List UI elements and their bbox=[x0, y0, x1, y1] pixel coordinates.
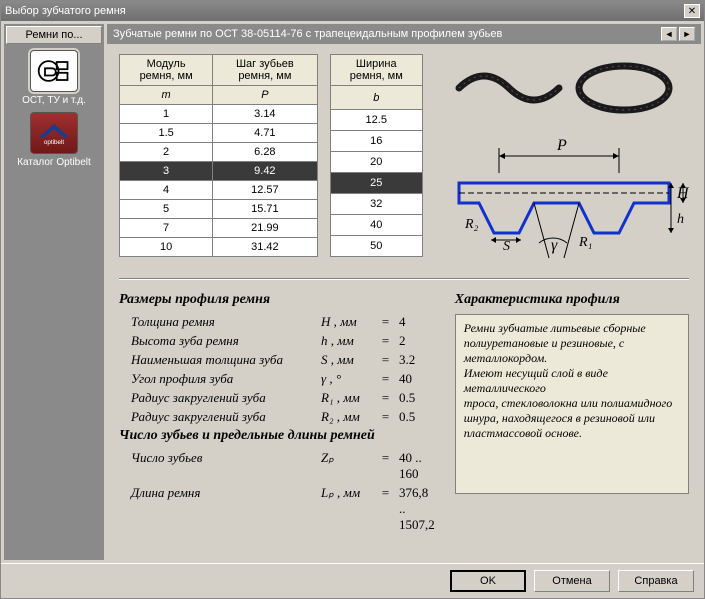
table-row[interactable]: 721.99 bbox=[120, 219, 318, 238]
svg-text:γ: γ bbox=[551, 237, 558, 254]
sidebar-item-optibelt[interactable]: optibelt Каталог Optibelt bbox=[17, 112, 91, 168]
table-row[interactable]: 26.28 bbox=[120, 143, 318, 162]
window-title: Выбор зубчатого ремня bbox=[5, 5, 126, 17]
optibelt-logo-icon: optibelt bbox=[30, 112, 78, 154]
titlebar: Выбор зубчатого ремня ✕ bbox=[1, 1, 704, 21]
module-pitch-table[interactable]: Модуль ремня, ммШаг зубьев ремня, мм mP … bbox=[119, 54, 318, 257]
table-row[interactable]: 20 bbox=[330, 152, 422, 173]
section-title: Характеристика профиля bbox=[455, 292, 689, 308]
tables: Модуль ремня, ммШаг зубьев ремня, мм mP … bbox=[119, 54, 423, 257]
property-line: Число зубьевZₚ=40 .. 160 bbox=[131, 450, 435, 482]
symbol: m bbox=[120, 86, 213, 105]
col-header: Модуль ремня, мм bbox=[120, 55, 213, 86]
nav-arrows: ◄ ► bbox=[661, 27, 695, 41]
ok-button[interactable]: OK bbox=[450, 570, 526, 592]
illustrations: P R₂ S R₁ γ h H bbox=[439, 54, 689, 268]
profile-characteristic: Характеристика профиля Ремни зубчатые ли… bbox=[455, 290, 689, 536]
property-line: Угол профиля зубаγ , °=40 bbox=[131, 371, 435, 387]
ost-logo-icon bbox=[30, 50, 78, 92]
table-row[interactable]: 40 bbox=[330, 215, 422, 236]
body: Ремни по... ОСТ, ТУ и т.д. optibelt Ката… bbox=[1, 21, 704, 563]
next-button[interactable]: ► bbox=[679, 27, 695, 41]
prev-button[interactable]: ◄ bbox=[661, 27, 677, 41]
table-row[interactable]: 25 bbox=[330, 173, 422, 194]
profile-diagram-icon: P R₂ S R₁ γ h H bbox=[439, 128, 689, 268]
col-header: Шаг зубьев ремня, мм bbox=[213, 55, 317, 86]
characteristic-text: Ремни зубчатые литьевые сборные полиурет… bbox=[455, 314, 689, 494]
property-line: Толщина ремняH , мм=4 bbox=[131, 314, 435, 330]
table-row[interactable]: 39.42 bbox=[120, 162, 318, 181]
cancel-button[interactable]: Отмена bbox=[534, 570, 610, 592]
content: Модуль ремня, ммШаг зубьев ремня, мм m P … bbox=[107, 44, 701, 560]
table-row[interactable]: 1.54.71 bbox=[120, 124, 318, 143]
svg-text:optibelt: optibelt bbox=[44, 139, 65, 146]
section-title: Размеры профиля ремня bbox=[119, 292, 435, 308]
sidebar-item-label: ОСТ, ТУ и т.д. bbox=[22, 95, 86, 106]
symbol: P bbox=[213, 86, 317, 105]
table-row[interactable]: 13.14 bbox=[120, 105, 318, 124]
table-row[interactable]: 16 bbox=[330, 131, 422, 152]
table-row[interactable]: 50 bbox=[330, 236, 422, 257]
table-row[interactable]: 1031.42 bbox=[120, 238, 318, 257]
help-button[interactable]: Справка bbox=[618, 570, 694, 592]
sidebar: Ремни по... ОСТ, ТУ и т.д. optibelt Ката… bbox=[4, 24, 104, 560]
subtitle-bar: Зубчатые ремни по ОСТ 38-05114-76 с трап… bbox=[107, 24, 701, 44]
table-row[interactable]: 412.57 bbox=[120, 181, 318, 200]
sidebar-header[interactable]: Ремни по... bbox=[6, 26, 102, 44]
profile-dimensions: Размеры профиля ремня Толщина ремняH , м… bbox=[119, 290, 435, 536]
sidebar-item-label: Каталог Optibelt bbox=[17, 157, 91, 168]
svg-text:h: h bbox=[677, 212, 684, 227]
svg-text:R₁: R₁ bbox=[578, 235, 592, 250]
col-header: Ширина ремня, мм bbox=[330, 55, 422, 86]
svg-text:P: P bbox=[556, 137, 567, 154]
property-line: Длина ремняLₚ , мм=376,8 .. 1507,2 bbox=[131, 485, 435, 533]
svg-text:S: S bbox=[503, 239, 510, 254]
dialog-window: Выбор зубчатого ремня ✕ Ремни по... ОСТ,… bbox=[0, 0, 705, 599]
main-panel: Зубчатые ремни по ОСТ 38-05114-76 с трап… bbox=[107, 24, 701, 560]
table-row[interactable]: 515.71 bbox=[120, 200, 318, 219]
belt-photo-icon bbox=[444, 54, 684, 122]
separator bbox=[119, 278, 689, 280]
svg-text:R₂: R₂ bbox=[464, 217, 479, 232]
table-row[interactable]: 32 bbox=[330, 194, 422, 215]
section-title: Число зубьев и предельные длины ремней bbox=[119, 428, 435, 444]
property-line: Высота зуба ремняh , мм=2 bbox=[131, 333, 435, 349]
subtitle-text: Зубчатые ремни по ОСТ 38-05114-76 с трап… bbox=[113, 28, 502, 40]
bottom-row: Размеры профиля ремня Толщина ремняH , м… bbox=[119, 290, 689, 536]
table-row[interactable]: 12.5 bbox=[330, 110, 422, 131]
close-icon[interactable]: ✕ bbox=[684, 4, 700, 18]
footer: OK Отмена Справка bbox=[1, 563, 704, 598]
property-line: Радиус закруглений зубаR₂ , мм=0.5 bbox=[131, 409, 435, 425]
property-line: Наименьшая толщина зубаS , мм=3.2 bbox=[131, 352, 435, 368]
sidebar-item-ost[interactable]: ОСТ, ТУ и т.д. bbox=[22, 50, 86, 106]
width-table[interactable]: Ширина ремня, мм b 12.5162025324050 bbox=[330, 54, 423, 257]
property-line: Радиус закруглений зубаR₁ , мм=0.5 bbox=[131, 390, 435, 406]
symbol: b bbox=[330, 86, 422, 110]
top-row: Модуль ремня, ммШаг зубьев ремня, мм m P … bbox=[119, 54, 689, 268]
